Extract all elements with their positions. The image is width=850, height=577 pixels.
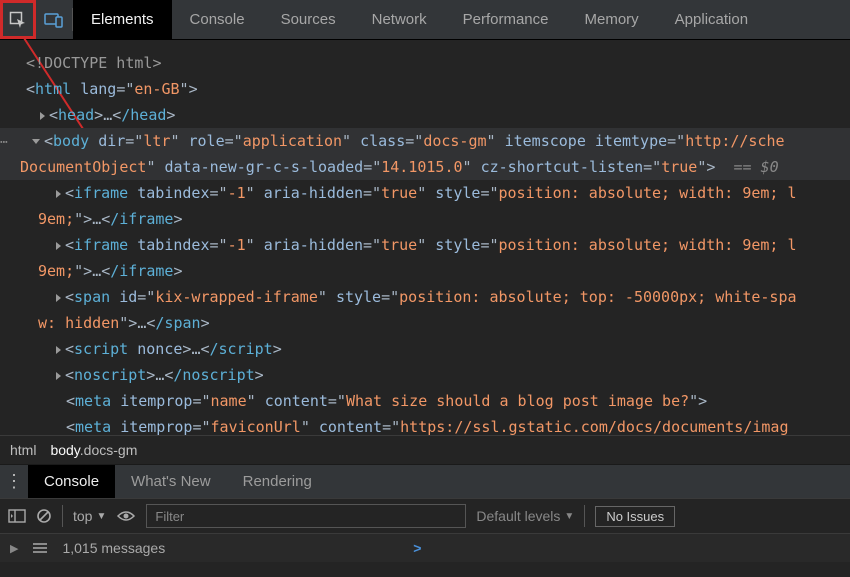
dom-node-meta[interactable]: <meta itemprop="faviconUrl" content="htt… bbox=[0, 414, 850, 435]
prompt-chevron-icon: > bbox=[413, 540, 421, 556]
expand-caret[interactable] bbox=[40, 112, 45, 120]
expand-caret[interactable]: ▶ bbox=[10, 542, 18, 555]
no-issues-button[interactable]: No Issues bbox=[595, 506, 675, 527]
expand-caret[interactable] bbox=[56, 294, 61, 302]
gutter-dots: ⋯ bbox=[0, 132, 8, 154]
tab-performance[interactable]: Performance bbox=[445, 0, 567, 39]
live-expression-button[interactable] bbox=[116, 510, 136, 522]
dom-node-script[interactable]: <script nonce>…</script> bbox=[0, 336, 850, 362]
inspect-element-button[interactable] bbox=[0, 0, 36, 39]
dom-node-iframe-wrap[interactable]: 9em;">…</iframe> bbox=[0, 258, 850, 284]
log-levels-selector[interactable]: Default levels▼ bbox=[476, 508, 574, 524]
dom-node-head[interactable]: <head>…</head> bbox=[0, 102, 850, 128]
dom-node-iframe[interactable]: <iframe tabindex="-1" aria-hidden="true"… bbox=[0, 232, 850, 258]
chevron-down-icon: ▼ bbox=[564, 511, 574, 522]
breadcrumb: html body.docs-gm bbox=[0, 435, 850, 464]
clear-icon bbox=[36, 508, 52, 524]
filter-input[interactable] bbox=[146, 504, 466, 528]
doctype-text: DOCTYPE html bbox=[44, 54, 152, 72]
inspect-element-icon bbox=[9, 11, 27, 29]
drawer-menu-button[interactable]: ⋮ bbox=[0, 471, 28, 492]
drawer-tabs: ⋮ Console What's New Rendering bbox=[0, 464, 850, 498]
dom-node-iframe-wrap[interactable]: 9em;">…</iframe> bbox=[0, 206, 850, 232]
expand-caret[interactable] bbox=[56, 242, 61, 250]
punc: > bbox=[152, 54, 161, 72]
sidebar-icon bbox=[8, 509, 26, 523]
messages-count[interactable]: 1,015 messages bbox=[62, 540, 165, 556]
chevron-down-icon: ▼ bbox=[96, 511, 106, 522]
toggle-sidebar-button[interactable] bbox=[8, 509, 26, 523]
tab-application[interactable]: Application bbox=[657, 0, 766, 39]
list-icon bbox=[32, 542, 48, 554]
toggle-device-icon bbox=[44, 12, 64, 28]
breadcrumb-item[interactable]: body.docs-gm bbox=[50, 442, 137, 458]
console-body: ▶ 1,015 messages > bbox=[0, 534, 850, 562]
tab-memory[interactable]: Memory bbox=[567, 0, 657, 39]
drawer-tab-rendering[interactable]: Rendering bbox=[227, 465, 328, 498]
eqzero: == $0 bbox=[733, 158, 778, 176]
tab-network[interactable]: Network bbox=[354, 0, 445, 39]
drawer-tab-whatsnew[interactable]: What's New bbox=[115, 465, 227, 498]
dom-node-doctype[interactable]: <!DOCTYPE html> bbox=[0, 50, 850, 76]
toggle-device-button[interactable] bbox=[36, 0, 72, 39]
punc: <! bbox=[26, 54, 44, 72]
expand-caret[interactable] bbox=[56, 372, 61, 380]
expand-caret[interactable] bbox=[56, 346, 61, 354]
tab-sources[interactable]: Sources bbox=[263, 0, 354, 39]
eye-icon bbox=[116, 510, 136, 522]
separator bbox=[584, 505, 585, 527]
expand-caret[interactable] bbox=[32, 139, 40, 144]
dom-node-span[interactable]: <span id="kix-wrapped-iframe" style="pos… bbox=[0, 284, 850, 310]
breadcrumb-item[interactable]: html bbox=[10, 442, 36, 458]
console-toolbar: top▼ Default levels▼ No Issues bbox=[0, 498, 850, 534]
dom-node-iframe[interactable]: <iframe tabindex="-1" aria-hidden="true"… bbox=[0, 180, 850, 206]
dom-node-meta[interactable]: <meta itemprop="name" content="What size… bbox=[0, 388, 850, 414]
devtools-toolbar: Elements Console Sources Network Perform… bbox=[0, 0, 850, 40]
tab-elements[interactable]: Elements bbox=[73, 0, 172, 39]
separator bbox=[62, 505, 63, 527]
dom-node-span-wrap[interactable]: w: hidden">…</span> bbox=[0, 310, 850, 336]
drawer-tab-console[interactable]: Console bbox=[28, 465, 115, 498]
dom-node-noscript[interactable]: <noscript>…</noscript> bbox=[0, 362, 850, 388]
dom-node-body-wrap[interactable]: DocumentObject" data-new-gr-c-s-loaded="… bbox=[0, 154, 850, 180]
tab-console[interactable]: Console bbox=[172, 0, 263, 39]
expand-caret[interactable] bbox=[56, 190, 61, 198]
dom-node-body[interactable]: ⋯ <body dir="ltr" role="application" cla… bbox=[0, 128, 850, 154]
dom-node-html[interactable]: <html lang="en-GB"> bbox=[0, 76, 850, 102]
context-selector[interactable]: top▼ bbox=[73, 508, 106, 524]
elements-dom-tree[interactable]: <!DOCTYPE html> <html lang="en-GB"> <hea… bbox=[0, 40, 850, 435]
clear-console-button[interactable] bbox=[36, 508, 52, 524]
